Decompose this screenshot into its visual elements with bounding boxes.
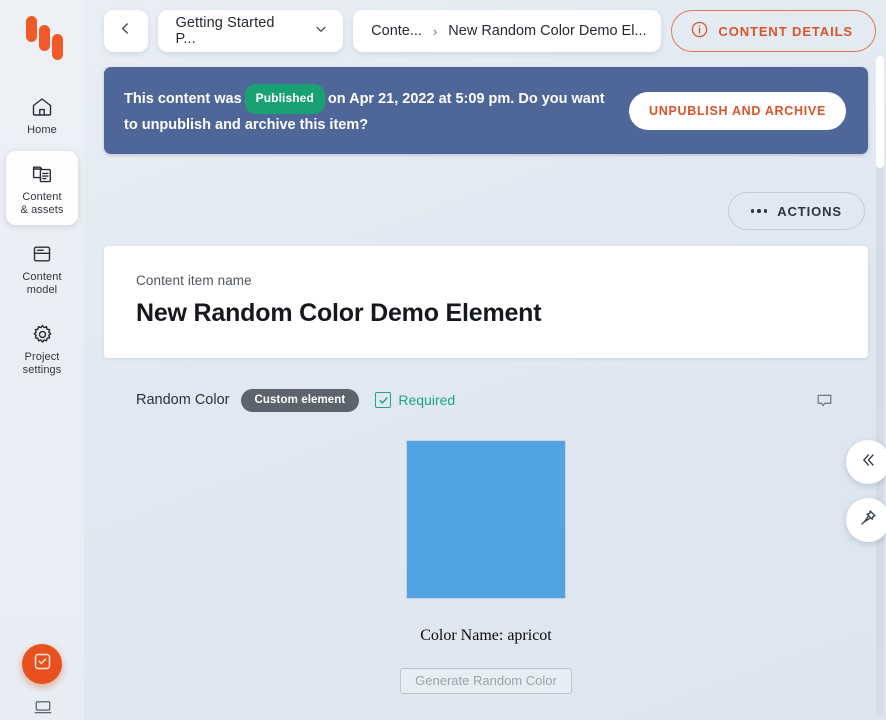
main-area: Getting Started P... Conte... › New Rand… <box>84 0 886 720</box>
random-color-field: Random Color Custom element Required Col… <box>104 388 868 694</box>
custom-element-body: Color Name: apricot Generate Random Colo… <box>136 440 836 694</box>
actions-label: ACTIONS <box>777 203 842 219</box>
content-item-name-label: Content item name <box>136 273 252 288</box>
sidebar-item-label: Home <box>27 124 57 136</box>
field-header: Random Color Custom element Required <box>136 388 836 412</box>
content-model-icon <box>30 240 54 268</box>
field-label: Random Color <box>136 392 230 408</box>
sidebar-item-label: Project settings <box>22 351 62 376</box>
project-selector[interactable]: Getting Started P... <box>157 10 344 52</box>
vertical-scrollbar-thumb[interactable] <box>876 56 884 168</box>
content-details-label: CONTENT DETAILS <box>718 23 853 39</box>
sidebar-item-label: Content & assets <box>20 191 64 216</box>
kontent-logo[interactable] <box>17 14 67 60</box>
breadcrumb-separator: › <box>432 23 438 39</box>
sidebar-item-label: Content model <box>22 271 62 296</box>
home-icon <box>30 93 54 121</box>
status-badge: Published <box>244 84 325 114</box>
chat-support-button[interactable] <box>22 644 62 684</box>
right-rail <box>846 440 886 542</box>
sidebar-item-content-assets[interactable]: Content & assets <box>6 151 78 225</box>
sidebar-item-home[interactable]: Home <box>6 84 78 145</box>
gear-icon <box>30 320 55 348</box>
publish-status-banner: This content was Published on Apr 21, 2022… <box>104 67 868 154</box>
vertical-scrollbar-track[interactable] <box>876 56 884 716</box>
banner-text-before: This content was <box>124 91 242 107</box>
custom-element-chip: Custom element <box>240 388 360 412</box>
breadcrumb: Conte... › New Random Color Demo El... <box>353 10 662 52</box>
comment-bubble-icon[interactable] <box>812 388 836 412</box>
app-root: Home Content & assets Content model Proj… <box>0 0 886 720</box>
sidebar-item-content-model[interactable]: Content model <box>6 231 78 305</box>
color-swatch <box>406 440 566 599</box>
ellipsis-icon <box>750 209 768 213</box>
generate-random-color-button[interactable]: Generate Random Color <box>400 668 572 694</box>
project-name: Getting Started P... <box>175 15 275 47</box>
required-indicator: Required <box>375 392 455 408</box>
chat-bubble-check-icon <box>32 651 53 677</box>
chevron-left-icon <box>117 20 134 42</box>
actions-row: ACTIONS <box>104 192 868 230</box>
banner-message: This content was Published on Apr 21, 2022… <box>124 84 615 137</box>
main-sidebar: Home Content & assets Content model Proj… <box>0 0 84 720</box>
breadcrumb-item-content[interactable]: Conte... <box>371 23 422 39</box>
unpublish-and-archive-button[interactable]: UNPUBLISH AND ARCHIVE <box>629 91 846 130</box>
content-scroll-area: This content was Published on Apr 21, 2022… <box>84 62 886 720</box>
content-assets-icon <box>30 160 54 188</box>
checkbox-icon <box>375 392 392 408</box>
sidebar-bottom-icon[interactable] <box>34 699 52 720</box>
pin-panel-button[interactable] <box>846 498 886 542</box>
required-label: Required <box>398 392 456 408</box>
pin-icon <box>858 508 878 533</box>
top-bar: Getting Started P... Conte... › New Rand… <box>84 0 886 62</box>
color-name-text: Color Name: apricot <box>420 627 552 644</box>
actions-button[interactable]: ACTIONS <box>727 192 865 230</box>
chevron-down-icon <box>313 21 329 42</box>
sidebar-nav: Home Content & assets Content model Proj… <box>0 84 84 391</box>
back-button[interactable] <box>104 10 148 52</box>
double-chevron-left-icon <box>858 450 878 475</box>
content-item-name-value[interactable]: New Random Color Demo Element <box>136 299 836 328</box>
breadcrumb-item-current[interactable]: New Random Color Demo El... <box>448 23 646 39</box>
sidebar-item-project-settings[interactable]: Project settings <box>6 311 78 385</box>
content-item-name-card: Content item name New Random Color Demo … <box>104 246 868 358</box>
content-details-button[interactable]: CONTENT DETAILS <box>671 10 876 52</box>
info-circle-icon <box>690 20 709 42</box>
collapse-panel-button[interactable] <box>846 440 886 484</box>
